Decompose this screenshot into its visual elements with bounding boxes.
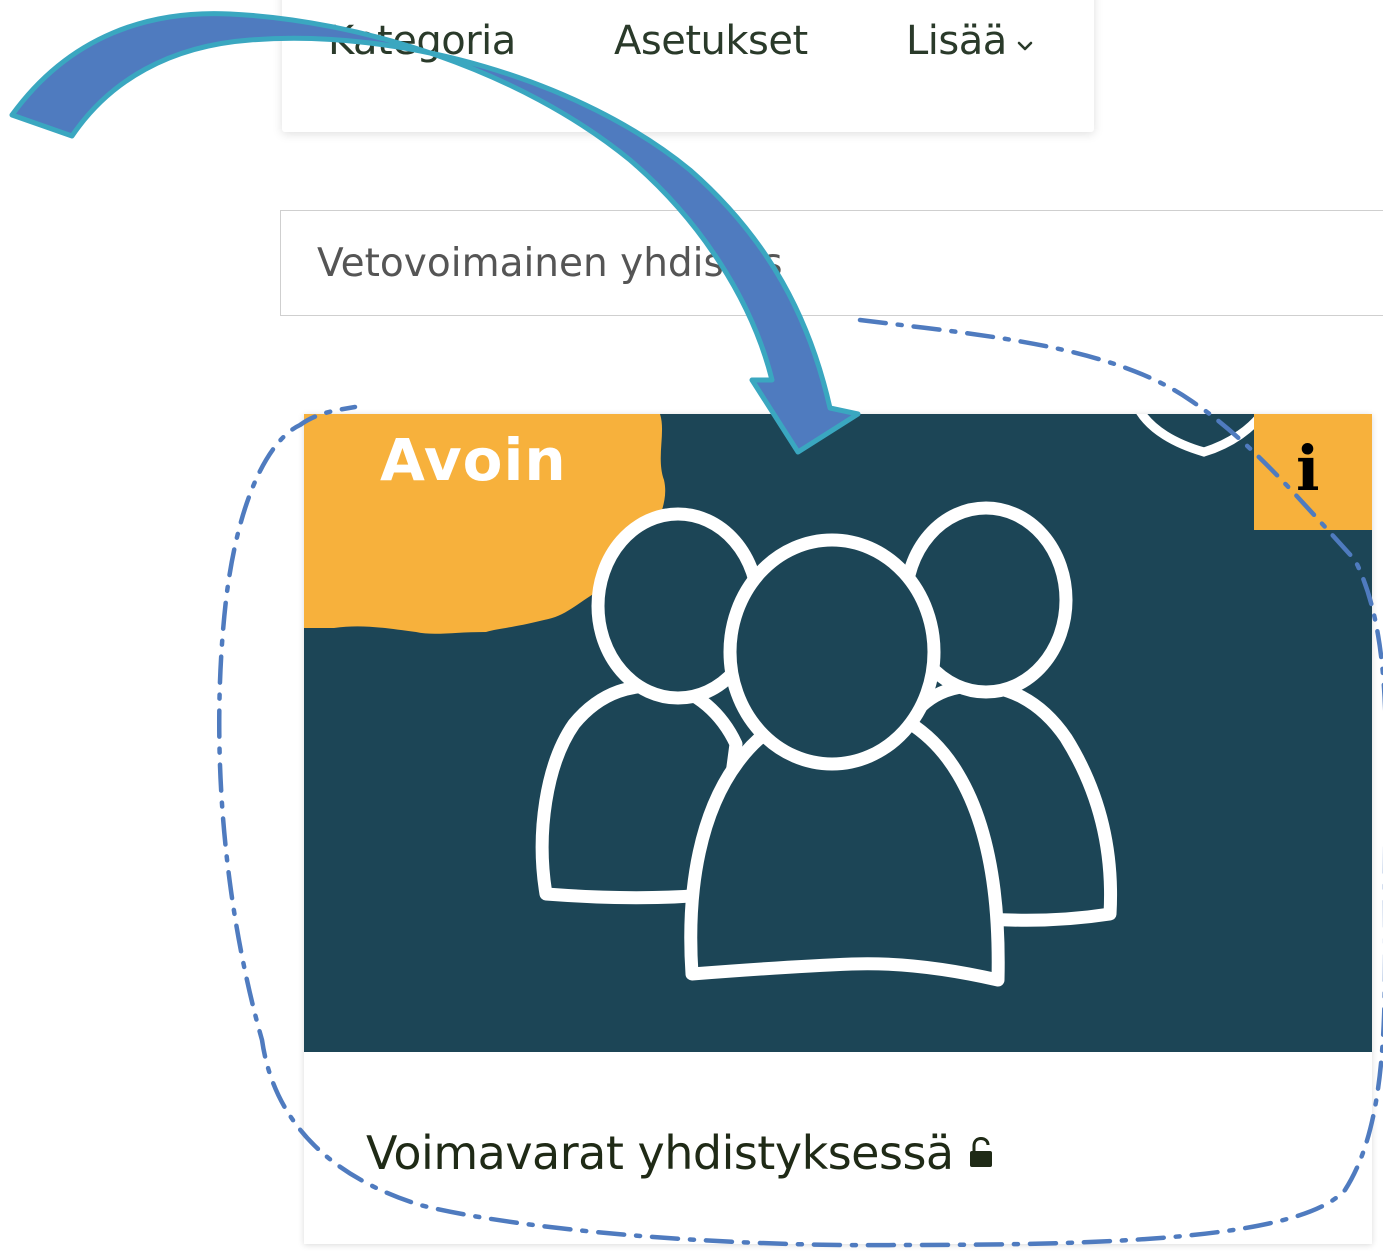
info-button[interactable]: i	[1254, 414, 1372, 530]
unlock-icon	[968, 1126, 994, 1180]
nav-item-lisaa[interactable]: Lisää	[906, 18, 1033, 66]
heart-icon	[1136, 414, 1268, 457]
card-title[interactable]: Voimavarat yhdistyksessä	[366, 1126, 994, 1184]
nav-item-asetukset[interactable]: Asetukset	[614, 18, 808, 64]
title-input[interactable]	[280, 210, 1383, 316]
card-title-text: Voimavarat yhdistyksessä	[366, 1126, 954, 1180]
nav-item-lisaa-label: Lisää	[906, 18, 1007, 64]
card-image: Avoin i	[304, 414, 1372, 1052]
top-nav: Kategoria Asetukset Lisää	[282, 0, 1094, 132]
chevron-down-icon	[1017, 16, 1033, 62]
activity-card[interactable]: Avoin i Voimavarat yhdistyksessä	[304, 414, 1372, 1244]
info-icon: i	[1296, 432, 1320, 505]
status-badge: Avoin	[380, 426, 567, 494]
group-people-icon	[535, 501, 1118, 987]
screenshot-stage: Kategoria Asetukset Lisää Vetovoimainen …	[0, 0, 1383, 1254]
nav-item-kategoria[interactable]: Kategoria	[328, 18, 516, 64]
